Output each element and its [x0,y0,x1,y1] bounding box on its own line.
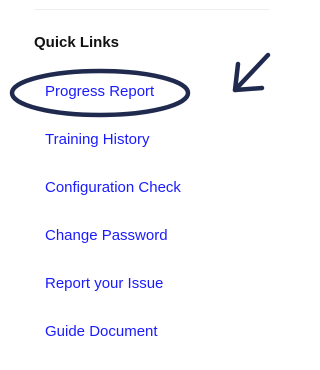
pointer-arrow-icon [232,52,271,93]
link-progress-report[interactable]: Progress Report [45,83,154,100]
link-report-your-issue[interactable]: Report your Issue [45,275,163,292]
quick-links-list: Progress Report Training History Configu… [45,82,181,370]
quick-links-heading: Quick Links [34,34,120,51]
divider [34,9,269,10]
link-guide-document[interactable]: Guide Document [45,323,158,340]
list-item: Guide Document [45,322,181,370]
list-item: Configuration Check [45,178,181,226]
list-item: Change Password [45,226,181,274]
quick-links-panel: Quick Links Progress Report Training His… [0,0,271,370]
link-training-history[interactable]: Training History [45,131,149,148]
list-item: Report your Issue [45,274,181,322]
link-configuration-check[interactable]: Configuration Check [45,179,181,196]
link-change-password[interactable]: Change Password [45,227,168,244]
list-item: Progress Report [45,82,181,130]
list-item: Training History [45,130,181,178]
